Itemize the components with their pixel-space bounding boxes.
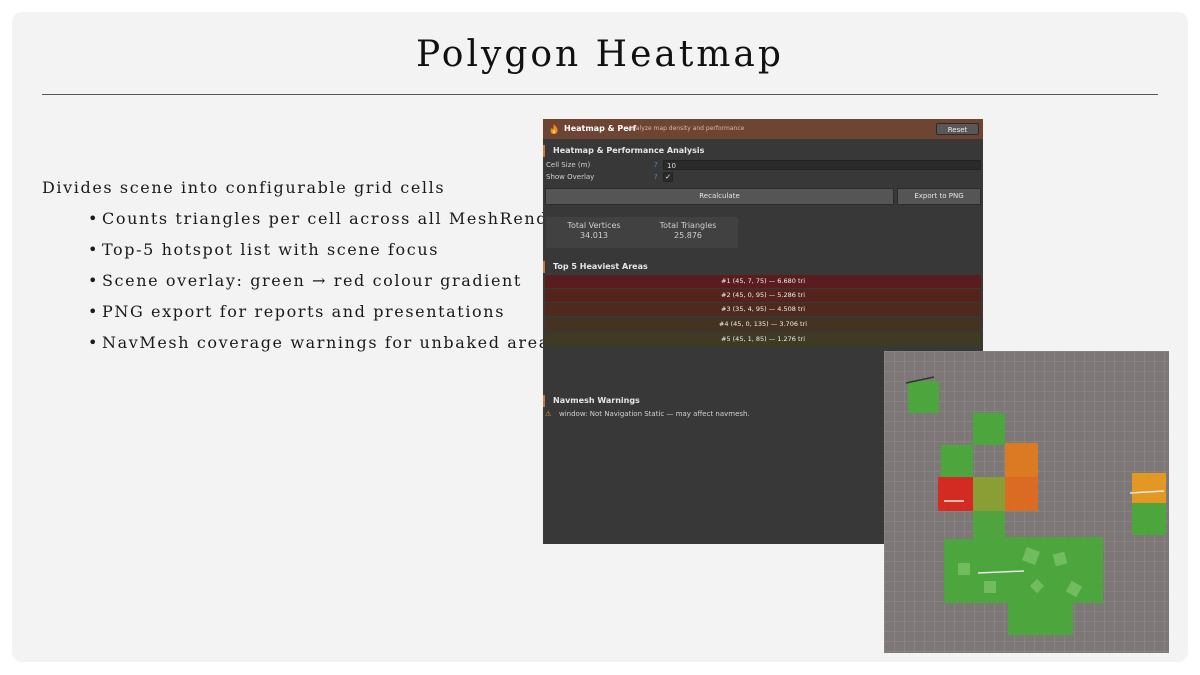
panel-title: Heatmap & Perf: [564, 124, 637, 133]
hotspot-row[interactable]: #2 (45, 0, 95) — 5.286 tri: [545, 289, 981, 302]
heatmap-overlay: [905, 376, 1166, 635]
heat-cell: [973, 477, 1005, 511]
hotspot-row[interactable]: #3 (35, 4, 95) — 4.508 tri: [545, 303, 981, 316]
feature-list: • Counts triangles per cell across all Me…: [88, 209, 599, 364]
section-title: Heatmap & Performance Analysis: [553, 146, 705, 155]
panel-header: Heatmap & Perf Analyze map density and p…: [543, 119, 983, 139]
list-item: • Counts triangles per cell across all Me…: [88, 209, 599, 228]
title-divider: [42, 94, 1158, 95]
list-item: • Top-5 hotspot list with scene focus: [88, 240, 440, 259]
stat-triangles: Total Triangles 25.876: [659, 221, 717, 240]
heat-cell: [973, 511, 1005, 539]
section-accent: [543, 145, 545, 157]
heat-cell: [1132, 473, 1166, 503]
heat-cell: [973, 413, 1005, 445]
show-overlay-label: Show Overlay: [546, 173, 595, 181]
show-overlay-checkbox[interactable]: ✓: [663, 172, 673, 182]
lead-text: Divides scene into configurable grid cel…: [42, 178, 446, 197]
section-accent: [543, 395, 545, 407]
slide-title: Polygon Heatmap: [416, 34, 784, 75]
hotspot-row[interactable]: #5 (45, 1, 85) — 1.276 tri: [545, 333, 981, 346]
list-item: • NavMesh coverage warnings for unbaked a…: [88, 333, 560, 352]
navmesh-title: Navmesh Warnings: [553, 396, 640, 405]
heat-cell: [1132, 503, 1166, 535]
heat-cell: [1005, 443, 1038, 477]
hotspot-row[interactable]: #4 (45, 0, 135) — 3.706 tri: [545, 318, 981, 331]
navmesh-warning: window: Not Navigation Static — may affe…: [559, 410, 750, 418]
reset-button[interactable]: Reset: [936, 123, 979, 135]
cell-size-label: Cell Size (m): [546, 161, 591, 169]
scene-heatmap-view: [884, 351, 1169, 653]
section-accent: [543, 261, 545, 273]
stat-vertices: Total Vertices 34.013: [567, 221, 621, 240]
heat-cell: [938, 477, 973, 511]
fire-icon: [550, 124, 558, 134]
stats-box: Total Vertices 34.013 Total Triangles 25…: [546, 217, 738, 248]
cell-size-input[interactable]: 10: [663, 160, 981, 170]
heat-cell: [1005, 477, 1038, 511]
hotspots-title: Top 5 Heaviest Areas: [553, 262, 648, 271]
help-icon[interactable]: ?: [654, 173, 658, 181]
panel-subtitle: Analyze map density and performance: [628, 125, 745, 132]
heat-cell: [941, 445, 973, 477]
heat-cell: [1008, 603, 1073, 635]
list-item: • PNG export for reports and presentation…: [88, 302, 505, 321]
heatmap-cells: [908, 381, 1166, 635]
help-icon[interactable]: ?: [654, 161, 658, 169]
heat-cell: [944, 539, 1005, 571]
warning-icon: ⚠: [545, 410, 552, 418]
hotspot-row[interactable]: #1 (45, 7, 75) — 6.680 tri: [545, 275, 981, 288]
export-png-button[interactable]: Export to PNG: [897, 188, 981, 205]
heat-cell: [1005, 537, 1103, 571]
heat-cell: [908, 381, 939, 413]
list-item: • Scene overlay: green → red colour gradi…: [88, 271, 522, 290]
recalculate-button[interactable]: Recalculate: [545, 188, 894, 205]
